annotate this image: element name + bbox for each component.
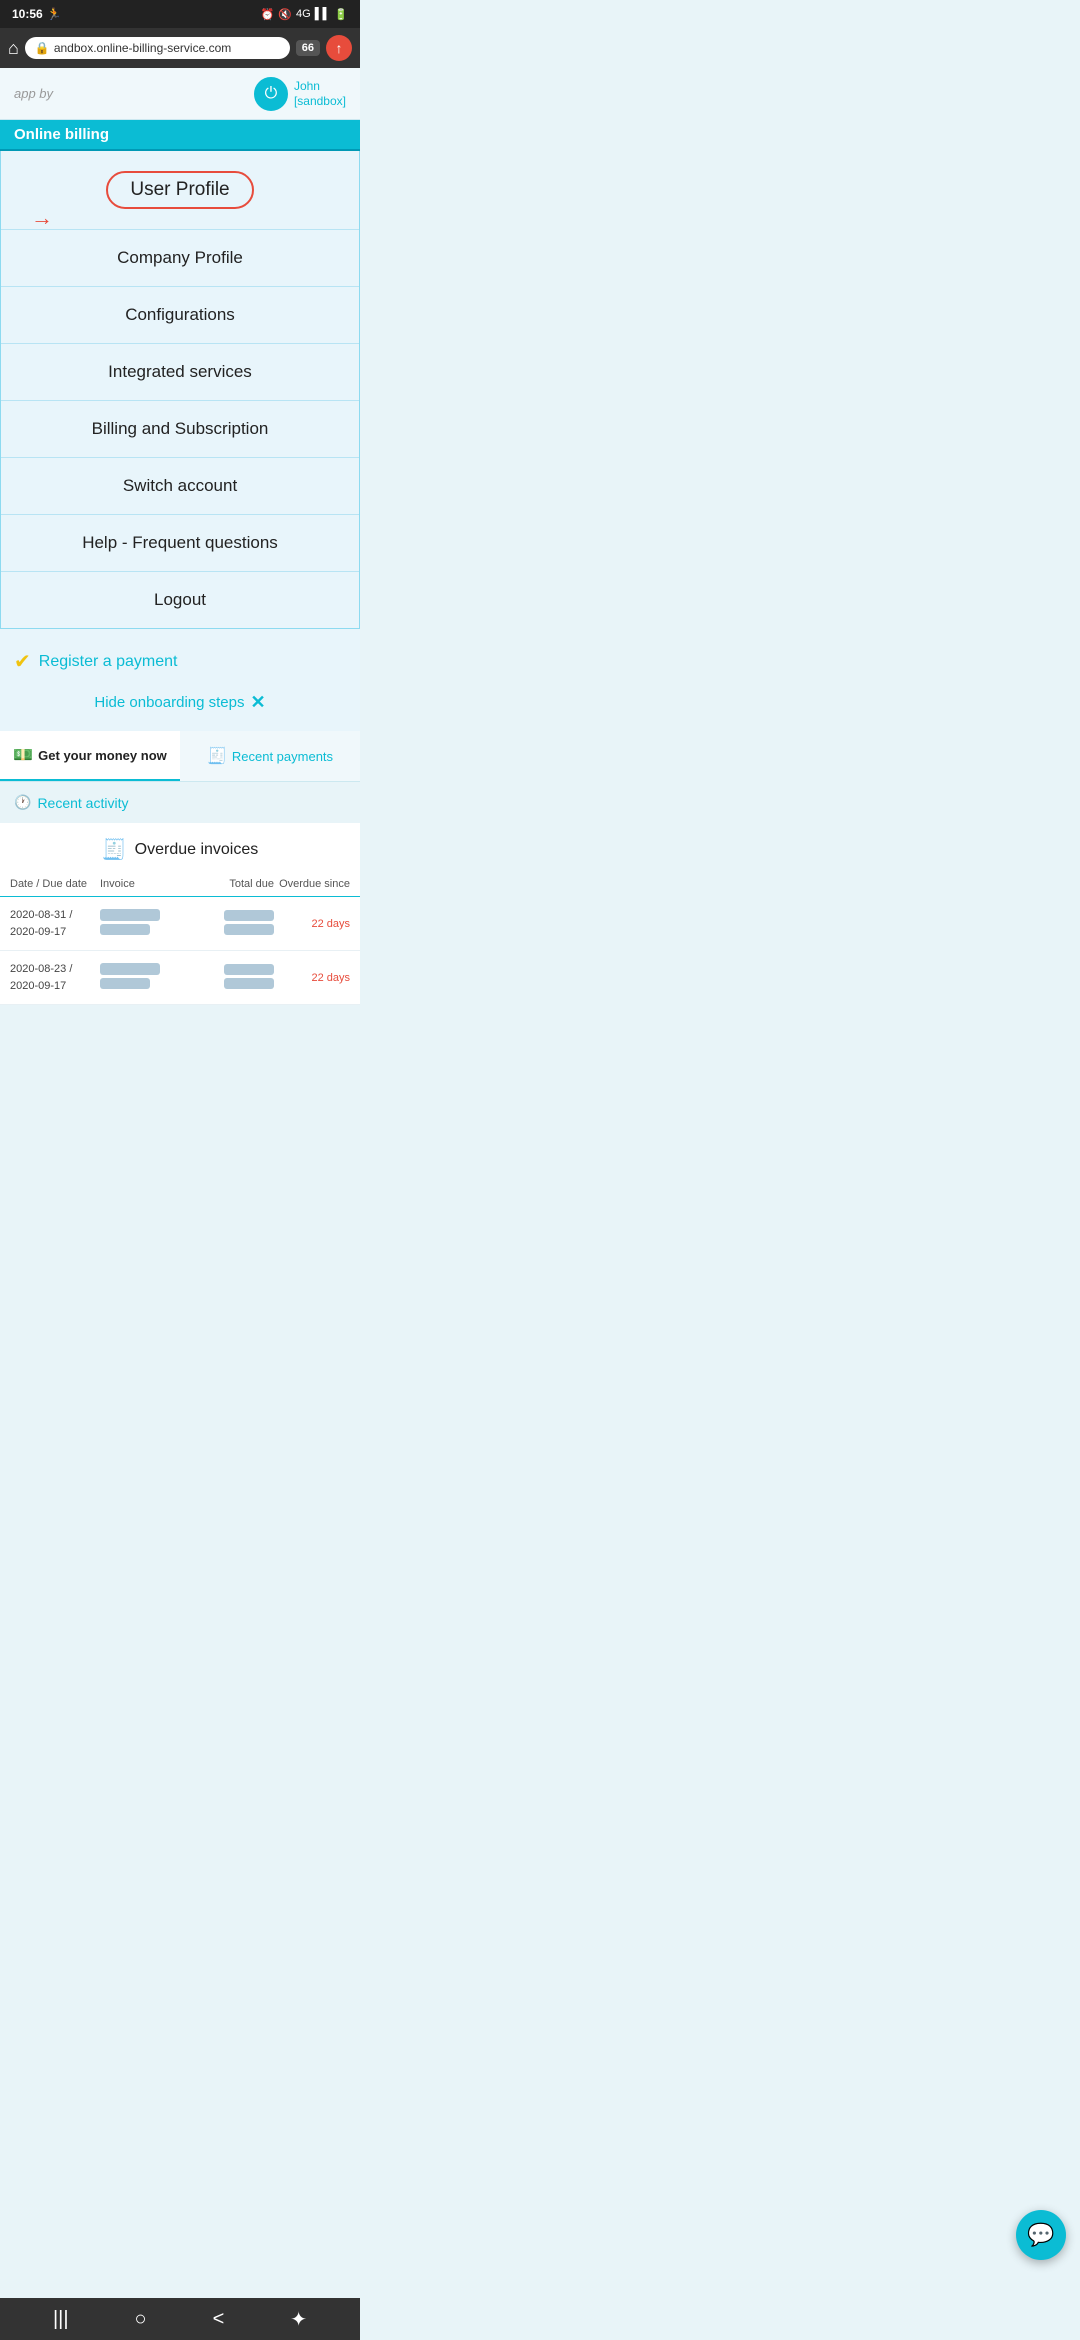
help-label: Help - Frequent questions (82, 533, 278, 552)
nav-back-icon[interactable]: < (213, 2308, 225, 2331)
arrow-icon: → (31, 205, 53, 231)
col-header-date: Date / Due date (10, 878, 100, 890)
blurred-invoice-line2 (100, 924, 150, 935)
row-total-2 (194, 964, 274, 992)
chat-fab-button[interactable]: 💬 (1016, 2210, 1066, 2260)
upload-button[interactable]: ↑ (326, 35, 352, 61)
mute-icon: 🔇 (278, 8, 292, 21)
blurred-invoice-line3 (100, 963, 160, 975)
integrated-services-label: Integrated services (108, 362, 252, 381)
logout-label: Logout (154, 590, 206, 609)
billing-bar: Online billing (0, 120, 360, 151)
nav-home-icon[interactable]: ○ (135, 2308, 147, 2331)
location-icon: 🏃 (47, 7, 62, 21)
col-header-invoice: Invoice (100, 878, 194, 890)
col-header-overdue: Overdue since (274, 878, 350, 890)
dropdown-menu: User Profile → Company Profile Configura… (0, 151, 360, 629)
table-column-headers: Date / Due date Invoice Total due Overdu… (0, 872, 360, 897)
recent-activity-row[interactable]: 🕐 Recent activity (0, 782, 360, 823)
overdue-invoices-table: 🧾 Overdue invoices Date / Due date Invoi… (0, 823, 360, 1005)
table-row[interactable]: 2020-08-23 /2020-09-17 22 days (0, 951, 360, 1005)
menu-item-billing-subscription[interactable]: Billing and Subscription (1, 401, 359, 458)
blurred-total2b (224, 978, 274, 989)
configurations-label: Configurations (125, 305, 235, 324)
money-icon: 💵 (13, 745, 33, 765)
signal-icon: ▌▌ (315, 8, 331, 20)
row-overdue-1: 22 days (274, 918, 350, 930)
row-date-1: 2020-08-31 /2020-09-17 (10, 907, 100, 940)
battery-icon: 🔋 (334, 8, 348, 21)
status-icons: ⏰ 🔇 4G ▌▌ 🔋 (261, 8, 348, 21)
tab-recent-payments-label: Recent payments (232, 749, 333, 764)
user-sandbox: [sandbox] (294, 94, 346, 108)
menu-item-user-profile[interactable]: User Profile → (1, 151, 359, 230)
home-icon[interactable]: ⌂ (8, 38, 19, 59)
tab-get-money-label: Get your money now (38, 748, 167, 763)
bottom-nav: ||| ○ < ✦ (0, 2298, 360, 2340)
lock-icon: 🔒 (35, 41, 50, 55)
payments-icon: 🧾 (207, 746, 227, 766)
network-label: 4G (296, 8, 311, 20)
table-title-row: 🧾 Overdue invoices (0, 823, 360, 872)
register-payment-label: Register a payment (39, 653, 178, 671)
blurred-total2 (224, 964, 274, 975)
clock-icon: 🕐 (14, 794, 31, 811)
alarm-icon: ⏰ (261, 8, 275, 21)
col-header-total: Total due (194, 878, 274, 890)
register-payment-item[interactable]: ✔ Register a payment (14, 639, 346, 684)
table-row[interactable]: 2020-08-31 /2020-09-17 22 days (0, 897, 360, 951)
time-display: 10:56 (12, 7, 43, 21)
tab-recent-payments[interactable]: 🧾 Recent payments (180, 731, 360, 781)
switch-account-label: Switch account (123, 476, 237, 495)
row-total-1 (194, 910, 274, 938)
check-icon: ✔ (14, 649, 31, 674)
chat-icon: 💬 (1027, 2222, 1054, 2248)
status-time-area: 10:56 🏃 (12, 7, 62, 21)
billing-subscription-label: Billing and Subscription (92, 419, 269, 438)
close-icon[interactable]: ✕ (251, 692, 266, 713)
upload-icon: ↑ (336, 40, 343, 56)
tab-get-money[interactable]: 💵 Get your money now (0, 731, 180, 781)
row-invoice-1 (100, 909, 194, 938)
onboarding-section: ✔ Register a payment Hide onboarding ste… (0, 629, 360, 731)
tab-count-badge[interactable]: 66 (296, 40, 320, 56)
menu-item-help[interactable]: Help - Frequent questions (1, 515, 359, 572)
tabs-row: 💵 Get your money now 🧾 Recent payments (0, 731, 360, 782)
blurred-invoice-line1 (100, 909, 160, 921)
avatar[interactable]: ⏻ (254, 77, 288, 111)
blurred-invoice-line4 (100, 978, 150, 989)
blurred-total1b (224, 924, 274, 935)
hide-onboarding-label: Hide onboarding steps (94, 694, 244, 711)
overdue-table-title: Overdue invoices (135, 841, 259, 859)
overdue-icon: 🧾 (102, 837, 127, 862)
row-overdue-2: 22 days (274, 972, 350, 984)
billing-label: Online billing (14, 126, 109, 143)
app-header: app by ⏻ John [sandbox] (0, 68, 360, 120)
power-icon: ⏻ (265, 85, 278, 103)
menu-item-switch-account[interactable]: Switch account (1, 458, 359, 515)
user-name: John (294, 79, 346, 93)
nav-person-icon[interactable]: ✦ (290, 2307, 307, 2332)
menu-item-logout[interactable]: Logout (1, 572, 359, 628)
logo-text: app by (14, 86, 53, 101)
status-bar: 10:56 🏃 ⏰ 🔇 4G ▌▌ 🔋 (0, 0, 360, 28)
recent-activity-label: Recent activity (37, 795, 128, 811)
menu-item-integrated-services[interactable]: Integrated services (1, 344, 359, 401)
menu-item-company-profile[interactable]: Company Profile (1, 230, 359, 287)
menu-item-configurations[interactable]: Configurations (1, 287, 359, 344)
hide-onboarding-button[interactable]: Hide onboarding steps ✕ (14, 684, 346, 727)
url-bar[interactable]: 🔒 andbox.online-billing-service.com (25, 37, 290, 59)
user-profile-label: User Profile (130, 179, 229, 200)
nav-menu-icon[interactable]: ||| (53, 2308, 69, 2331)
user-info[interactable]: ⏻ John [sandbox] (254, 77, 346, 111)
browser-bar: ⌂ 🔒 andbox.online-billing-service.com 66… (0, 28, 360, 68)
app-logo: app by (14, 86, 53, 101)
row-date-2: 2020-08-23 /2020-09-17 (10, 961, 100, 994)
row-invoice-2 (100, 963, 194, 992)
company-profile-label: Company Profile (117, 248, 243, 267)
blurred-total1 (224, 910, 274, 921)
user-profile-circle: User Profile (106, 171, 253, 209)
url-text: andbox.online-billing-service.com (54, 41, 231, 55)
